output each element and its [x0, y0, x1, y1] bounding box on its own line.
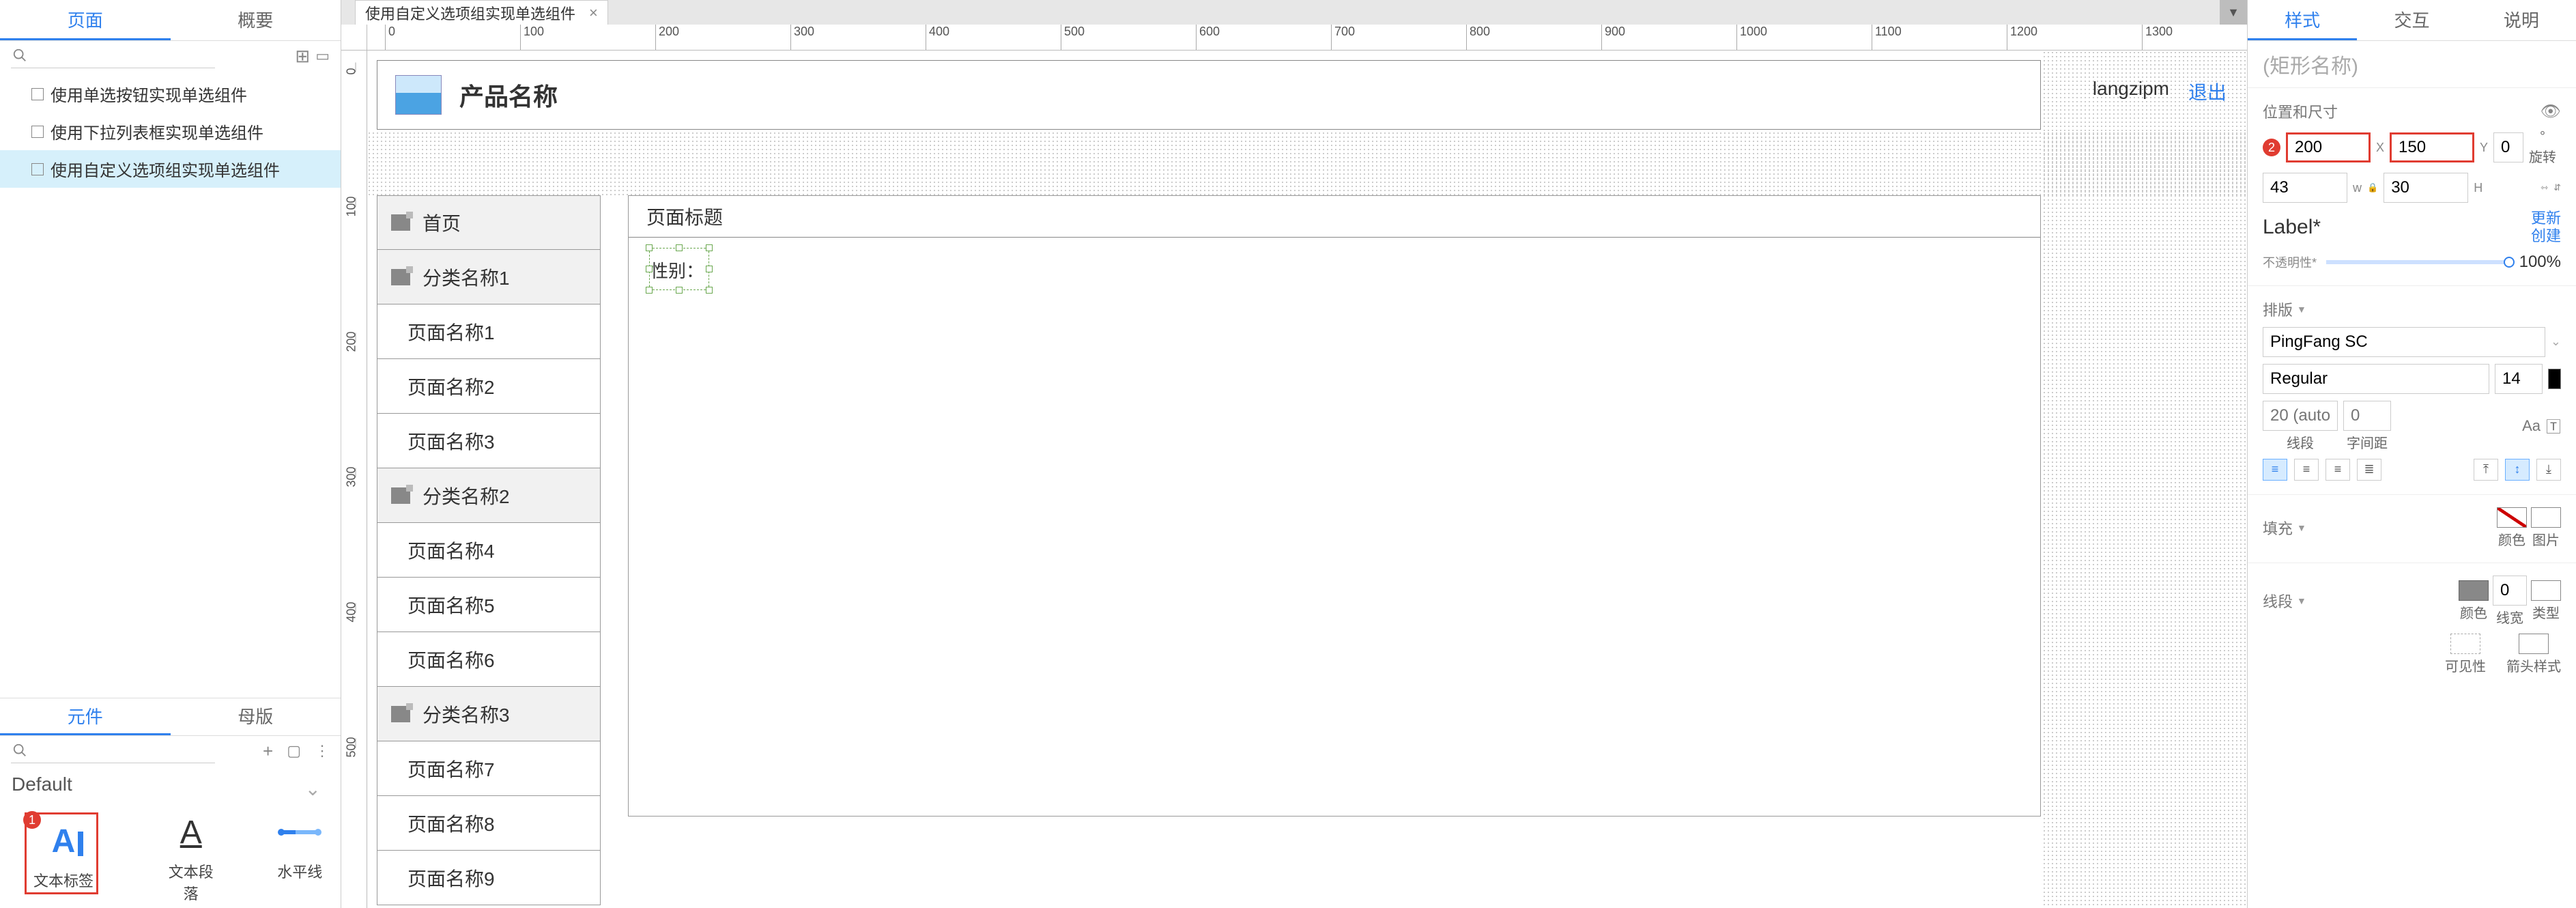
tab-masters[interactable]: 母版 — [171, 698, 341, 735]
library-select[interactable]: Default ⌄ — [11, 770, 330, 799]
product-title: 产品名称 — [459, 77, 558, 113]
folder-icon — [391, 269, 410, 285]
fill-color-swatch[interactable] — [2497, 507, 2527, 528]
nav-category[interactable]: 分类名称3 — [377, 687, 601, 741]
nav-page[interactable]: 页面名称2 — [377, 359, 601, 414]
letter-spacing-input[interactable] — [2343, 401, 2391, 431]
opacity-slider[interactable] — [2326, 260, 2510, 264]
font-family-select[interactable] — [2263, 327, 2545, 357]
page-icon — [31, 126, 44, 138]
nav-category[interactable]: 分类名称2 — [377, 468, 601, 523]
view-mode-icon[interactable]: ▢ — [287, 742, 301, 760]
visibility-icon[interactable]: 👁 — [2541, 102, 2561, 122]
page-icon — [31, 163, 44, 175]
ruler-origin — [341, 25, 367, 51]
font-color-swatch[interactable] — [2548, 369, 2561, 389]
annotation-badge-2: 2 — [2263, 139, 2280, 156]
more-icon[interactable]: ⋮ — [315, 742, 330, 760]
page-title: 页面标题 — [629, 196, 2040, 238]
tab-style[interactable]: 样式 — [2248, 0, 2357, 40]
exit-link[interactable]: 退出 — [2188, 78, 2227, 105]
search-icon — [12, 743, 27, 758]
valign-middle[interactable]: ↕ — [2505, 459, 2530, 481]
pos-x-input[interactable] — [2286, 132, 2371, 162]
ruler-horizontal: 0100200300400500600700800900100011001200… — [367, 25, 2247, 51]
nav-page[interactable]: 页面名称8 — [377, 796, 601, 851]
tab-widgets[interactable]: 元件 — [0, 698, 171, 735]
tab-pages[interactable]: 页面 — [0, 0, 171, 40]
nav-category[interactable]: 首页 — [377, 195, 601, 250]
align-justify[interactable]: ≣ — [2357, 459, 2381, 481]
tab-menu-icon[interactable]: ▼ — [2220, 0, 2247, 25]
visibility-box[interactable] — [2450, 634, 2480, 654]
nav-page[interactable]: 页面名称9 — [377, 851, 601, 905]
shape-name-input[interactable]: (矩形名称) — [2248, 41, 2576, 87]
chevron-down-icon: ⌄ — [305, 778, 321, 800]
valign-top[interactable]: ⤒ — [2474, 459, 2498, 481]
align-right[interactable]: ≡ — [2325, 459, 2350, 481]
font-size-input[interactable] — [2495, 364, 2543, 394]
stroke-color-swatch[interactable] — [2459, 580, 2489, 601]
width-input[interactable] — [2263, 173, 2347, 203]
nav-category[interactable]: 分类名称1 — [377, 250, 601, 304]
widget-hr[interactable]: 水平线 — [273, 807, 328, 882]
update-style-link[interactable]: 更新 创建 — [2531, 210, 2561, 246]
product-thumb-icon — [395, 75, 442, 115]
tab-interact[interactable]: 交互 — [2357, 0, 2466, 40]
arrow-style-box[interactable] — [2519, 634, 2549, 654]
line-height-input[interactable] — [2263, 401, 2338, 431]
font-weight-select[interactable] — [2263, 364, 2489, 394]
page-tree-item[interactable]: 使用下拉列表框实现单选组件 — [0, 113, 341, 150]
widget-search-input[interactable] — [11, 739, 215, 763]
rotate-input[interactable] — [2493, 132, 2523, 162]
user-label: langzipm — [2093, 78, 2169, 105]
page-icon — [31, 88, 44, 100]
selected-element[interactable]: 性别： — [649, 248, 709, 290]
product-header[interactable]: 产品名称 — [377, 60, 2041, 130]
add-folder-icon[interactable]: ▭ — [315, 47, 330, 65]
fill-image-swatch[interactable] — [2531, 507, 2561, 528]
folder-icon — [391, 487, 410, 504]
tab-notes[interactable]: 说明 — [2467, 0, 2576, 40]
nav-page[interactable]: 页面名称3 — [377, 414, 601, 468]
pos-y-input[interactable] — [2390, 132, 2474, 162]
page-content[interactable]: 页面标题 性别： — [628, 195, 2041, 817]
close-icon[interactable]: × — [589, 4, 598, 22]
page-tree-item[interactable]: 使用单选按钮实现单选组件 — [0, 75, 341, 113]
text-options-icon[interactable]: 🅃 — [2546, 415, 2561, 437]
document-tab[interactable]: 使用自定义选项组实现单选组件 × — [355, 0, 608, 25]
page-search-input[interactable] — [11, 44, 215, 68]
flip-v-icon[interactable]: ⇵ — [2553, 182, 2561, 193]
widget-text-label[interactable]: A 文本标签 — [27, 816, 100, 891]
nav-page[interactable]: 页面名称6 — [377, 632, 601, 687]
widget-paragraph[interactable]: A 文本段落 — [164, 807, 218, 904]
nav-page[interactable]: 页面名称1 — [377, 304, 601, 359]
canvas-stage[interactable]: 产品名称 langzipm 退出 首页分类名称1页面名称1页面名称2页面名称3分… — [367, 51, 2247, 908]
add-page-icon[interactable]: ⊞ — [295, 46, 310, 67]
flip-h-icon[interactable]: ⇿ — [2541, 182, 2548, 193]
add-widget-icon[interactable]: + — [263, 741, 273, 762]
nav-page[interactable]: 页面名称5 — [377, 578, 601, 632]
text-case-icon[interactable]: Aa — [2522, 417, 2541, 435]
nav-page[interactable]: 页面名称4 — [377, 523, 601, 578]
nav-page[interactable]: 页面名称7 — [377, 741, 601, 796]
stroke-type-swatch[interactable] — [2531, 580, 2561, 601]
tab-outline[interactable]: 概要 — [171, 0, 341, 40]
ruler-vertical: 0100200300400500 — [341, 51, 367, 908]
annotation-badge-1: 1 — [23, 811, 41, 829]
element-style-name: Label* — [2263, 216, 2321, 239]
align-left[interactable]: ≡ — [2263, 459, 2287, 481]
align-center[interactable]: ≡ — [2294, 459, 2319, 481]
folder-icon — [391, 214, 410, 231]
lock-icon[interactable]: 🔒 — [2367, 182, 2378, 193]
valign-bottom[interactable]: ⤓ — [2536, 459, 2561, 481]
page-tree-item[interactable]: 使用自定义选项组实现单选组件 — [0, 150, 341, 188]
stroke-width-input[interactable] — [2493, 576, 2527, 606]
search-icon — [12, 48, 27, 63]
height-input[interactable] — [2384, 173, 2468, 203]
folder-icon — [391, 706, 410, 722]
